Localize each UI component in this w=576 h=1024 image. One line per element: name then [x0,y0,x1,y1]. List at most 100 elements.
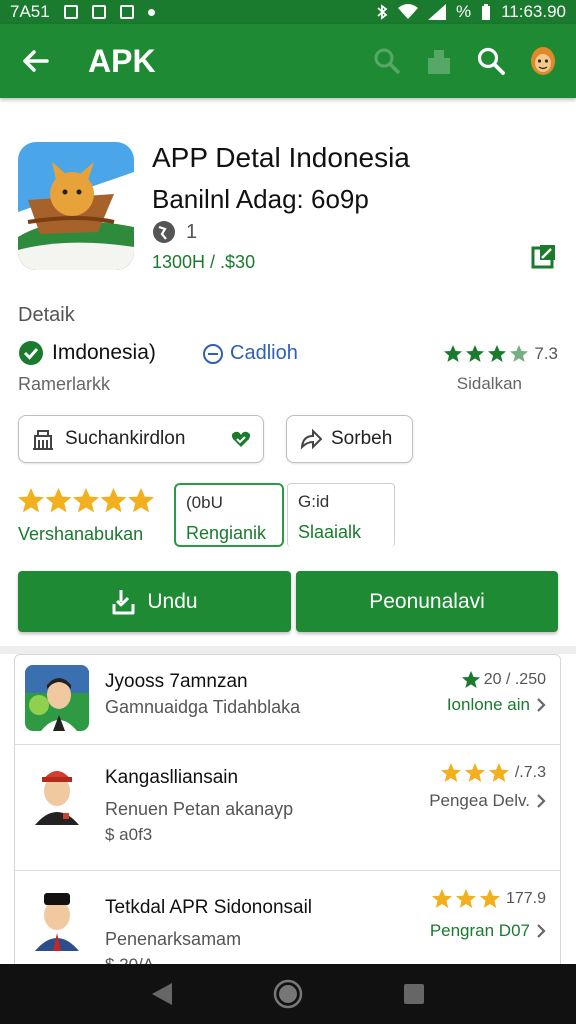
nav-back-icon[interactable] [150,981,174,1007]
details-heading: Detaik [18,304,75,326]
secondary-chip-label: Sorbeh [331,428,393,449]
status-bar: 7A51 % 11:63.90 [0,0,576,24]
notification-icon [63,5,78,19]
notification-icon-3 [119,5,134,19]
info-box[interactable]: G:id Slaaialk [287,483,395,547]
list-item-rating: /.7.3 [440,763,546,783]
globe-icon [153,221,175,243]
list-item-rating-value: /.7.3 [514,764,546,781]
list-item-title: Kangaslliansain [105,767,239,788]
status-time-right: 11:63.90 [501,2,566,21]
battery-percent: % [455,2,472,21]
three-star-icon [431,889,500,908]
list-item-action-label: Pengran D07 [429,921,530,940]
five-star-rating-icon [18,488,154,513]
app-header: APP Detal Indonesia Banilnl Adag: 6o9p 1… [18,142,558,282]
location-label: Imdonesia) [52,341,156,364]
list-item-rating: 177.9 [431,889,546,909]
nav-home-icon[interactable] [273,979,303,1009]
check-circle-icon [19,341,43,365]
section-divider [0,646,576,654]
list-item-rating: 20 / .250 [461,671,546,689]
list-item-action[interactable]: Pengea Delv. [429,791,546,811]
rating-block: Vershanabukan [18,488,154,545]
system-nav-bar [0,964,576,1024]
info-box-bottom: Rengianik [186,523,267,543]
chevron-right-icon [537,924,546,938]
list-item-title: Tetkdal APR Sidononsail [105,897,313,918]
minus-circle-icon [203,343,223,364]
avatar [25,665,89,731]
chevron-right-icon [537,698,546,712]
app-name: APP Detal Indonesia [152,142,410,173]
rating-block-label: Vershanabukan [18,524,144,544]
info-box-selected[interactable]: (0bU Rengianik [174,483,284,547]
share-arrow-icon [300,428,323,450]
primary-chip[interactable]: Suchankirdlon [18,415,264,463]
battery-icon [482,4,491,20]
secondary-action-button[interactable]: Peonunalavi [296,571,558,632]
bag-icon-faded [428,50,450,74]
avatar [25,759,89,825]
app-subtitle: Banilnl Adag: 6o9p [152,184,369,214]
info-box-top: G:id [298,492,330,511]
chevron-right-icon [537,794,546,808]
list-item[interactable]: Tetkdal APR Sidononsail Penenarksamam $ … [15,871,560,973]
building-icon [33,430,53,450]
star-icon [461,671,480,688]
details-rating: 7.3 [444,344,558,364]
list-item-subtitle: Penenarksamam [105,929,242,949]
list-item-subtitle: Renuen Petan akanayp [105,799,294,819]
location-item: Imdonesia) [18,340,156,366]
rating-value: 7.3 [534,344,558,363]
details-left-label: Ramerlarkk [18,374,111,394]
three-star-icon [440,763,509,782]
search-icon-faded [374,48,401,75]
primary-chip-label: Suchankirdlon [65,428,186,449]
details-row: Imdonesia) Cadlioh 7.3 Ramerlarkk Sidalk… [18,340,558,400]
star-rating-icon [444,345,529,362]
app-size: 1300H / .$30 [152,252,256,272]
profile-avatar-icon[interactable] [528,45,558,77]
info-box-bottom: Slaaialk [298,522,362,542]
download-hand-icon [112,589,135,614]
download-button[interactable]: Undu [18,571,291,632]
list-item-title: Jyooss 7amnzan [105,671,248,692]
category-link[interactable]: Cadlioh [202,342,298,365]
avatar [25,885,89,951]
list-item[interactable]: Jyooss 7amnzan Gamnuaidga Tidahblaka 20 … [15,655,560,745]
related-apps-list: Jyooss 7amnzan Gamnuaidga Tidahblaka 20 … [14,654,561,974]
notification-icon-2 [91,5,106,19]
list-item[interactable]: Kangaslliansain Renuen Petan akanayp $ a… [15,745,560,871]
download-button-label: Undu [147,589,198,613]
secondary-action-label: Peonunalavi [369,589,485,613]
search-icon[interactable] [476,46,506,76]
list-item-action-label: Pengea Delv. [429,791,530,810]
list-item-price: $ a0f3 [105,825,153,844]
app-icon[interactable] [18,142,134,270]
list-item-subtitle: Gamnuaidga Tidahblaka [105,697,301,717]
list-item-action[interactable]: Ionlone ain [447,695,546,715]
list-item-action-label: Ionlone ain [446,695,530,714]
status-time-left: 7A51 [10,2,50,21]
category-label: Cadlioh [230,342,298,364]
signal-icon [427,4,446,20]
list-item-action[interactable]: Pengran D07 [430,921,546,941]
rating-count: 1 [186,220,198,243]
list-item-rating-value: 20 / .250 [483,671,546,688]
back-button[interactable] [0,24,70,98]
info-box-top: (0bU [186,493,223,512]
rating-count-row: 1 [152,220,197,244]
open-external-icon[interactable] [530,242,558,270]
wifi-icon [397,4,418,19]
list-item-rating-value: 177.9 [505,890,546,907]
details-right-label: Sidalkan [456,374,522,393]
secondary-chip[interactable]: Sorbeh [286,415,413,463]
nav-recents-icon[interactable] [402,982,426,1006]
heart-check-icon [231,431,251,447]
back-arrow-icon [23,50,49,72]
app-bar-title: APK [88,42,156,79]
bluetooth-icon [377,4,388,20]
app-bar: APK [0,24,576,98]
dot-icon [147,8,155,16]
